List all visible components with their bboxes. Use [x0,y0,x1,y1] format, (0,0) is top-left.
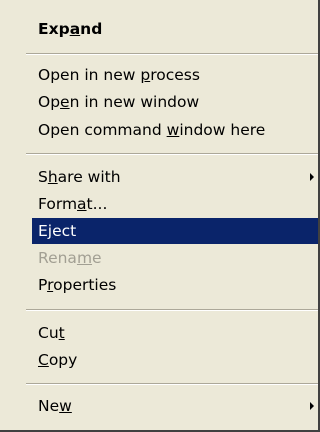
menu-item-copy[interactable]: Copy [32,347,318,373]
context-menu: Expand Open in new process Open in new w… [0,0,320,432]
menu-item-label: Open in new window [38,93,200,111]
menu-item-eject[interactable]: Eject [32,218,318,244]
menu-item-label: Copy [38,351,78,369]
menu-separator [26,53,318,55]
menu-item-label: New [38,397,72,415]
menu-item-open-command-window[interactable]: Open command window here [32,117,318,143]
menu-separator [26,309,318,311]
menu-item-label: Expand [38,20,103,38]
menu-separator [26,153,318,155]
menu-item-label: Rename [38,249,102,267]
menu-item-new[interactable]: New [32,393,318,419]
menu-item-label: Properties [38,276,117,294]
menu-item-label: Cut [38,324,65,342]
menu-item-format[interactable]: Format... [32,191,318,217]
menu-item-rename: Rename [32,245,318,271]
submenu-arrow-icon [310,173,314,181]
menu-item-share-with[interactable]: Share with [32,164,318,190]
menu-item-cut[interactable]: Cut [32,320,318,346]
menu-item-label: Open in new process [38,66,200,84]
menu-item-label: Eject [38,222,77,240]
menu-item-open-in-new-process[interactable]: Open in new process [32,62,318,88]
menu-item-open-in-new-window[interactable]: Open in new window [32,89,318,115]
menu-item-label: Format... [38,195,108,213]
menu-item-label: Share with [38,168,121,186]
submenu-arrow-icon [310,402,314,410]
menu-item-label: Open command window here [38,121,266,139]
menu-item-expand[interactable]: Expand [32,16,318,42]
menu-separator [26,383,318,385]
menu-item-properties[interactable]: Properties [32,272,318,298]
